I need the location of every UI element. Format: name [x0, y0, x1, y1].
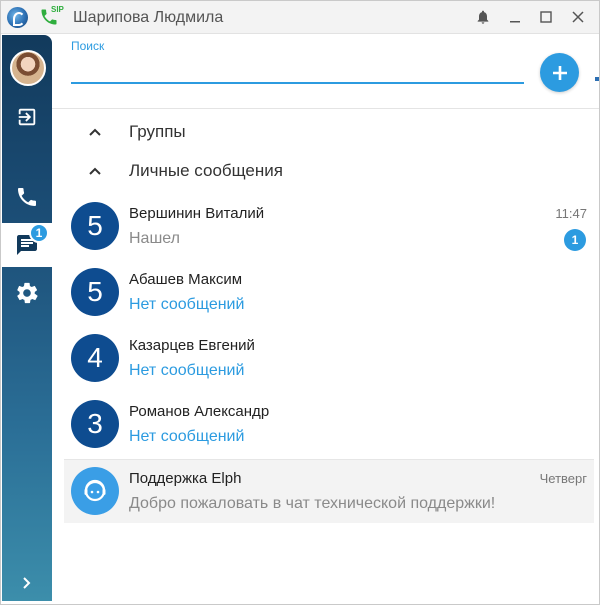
last-message: Нет сообщений: [129, 296, 245, 313]
settings-button[interactable]: [2, 271, 52, 315]
message-time: 11:47: [555, 206, 587, 221]
section-label: Личные сообщения: [129, 161, 283, 180]
chevron-right-icon: [23, 577, 31, 589]
chevron-up-icon: [89, 128, 101, 136]
logout-icon: [18, 108, 36, 126]
section-groups[interactable]: Группы: [81, 119, 186, 145]
plus-icon: [552, 65, 567, 80]
close-button[interactable]: [568, 7, 588, 27]
message-time: Четверг: [539, 471, 587, 486]
window-title: Шарипова Людмила: [73, 9, 224, 26]
contact-avatar: 5: [71, 268, 119, 316]
sip-phone-icon: SIP: [39, 5, 64, 29]
messages-button[interactable]: 1: [2, 223, 52, 267]
unread-badge: 1: [564, 229, 586, 251]
contact-name: Поддержка Elph: [129, 470, 242, 487]
app-window: SIP Шарипова Людмила 1 Поиск Группы Личн…: [0, 0, 600, 605]
gear-icon: [17, 282, 38, 304]
header-divider: [52, 108, 599, 109]
search-label: Поиск: [71, 39, 105, 53]
contact-name: Казарцев Евгений: [129, 337, 255, 354]
last-message: Нашел: [129, 230, 180, 247]
add-chat-button[interactable]: [540, 53, 579, 92]
minimize-button[interactable]: [505, 7, 525, 27]
minimize-icon: [510, 21, 520, 23]
title-bar: SIP Шарипова Людмила: [1, 1, 599, 34]
bell-icon: [477, 10, 489, 24]
last-message: Нет сообщений: [129, 362, 245, 379]
section-personal-messages[interactable]: Личные сообщения: [81, 158, 283, 184]
contact-avatar: 5: [71, 202, 119, 250]
last-message: Нет сообщений: [129, 428, 245, 445]
user-avatar[interactable]: [10, 50, 46, 86]
section-label: Группы: [129, 122, 186, 141]
maximize-icon: [540, 11, 552, 23]
app-logo-icon: [7, 7, 28, 28]
messages-badge: 1: [29, 223, 49, 243]
expand-sidebar-button[interactable]: [2, 563, 52, 603]
phone-icon: [18, 188, 36, 206]
support-chat-item[interactable]: Поддержка Elph Добро пожаловать в чат те…: [64, 459, 594, 523]
chat-item[interactable]: 4 Казарцев Евгений Нет сообщений: [64, 327, 594, 391]
calls-button[interactable]: [2, 175, 52, 219]
logout-button[interactable]: [2, 95, 52, 139]
chat-item[interactable]: 5 Абашев Максим Нет сообщений: [64, 261, 594, 325]
contact-avatar: 3: [71, 400, 119, 448]
contact-name: Романов Александр: [129, 403, 270, 420]
chat-item[interactable]: 5 Вершинин Виталий Нашел 11:47 1: [64, 195, 594, 259]
chevron-up-icon: [89, 167, 101, 175]
close-icon: [572, 11, 584, 23]
notification-bell-button[interactable]: [473, 7, 493, 27]
chat-item[interactable]: 3 Романов Александр Нет сообщений: [64, 393, 594, 457]
sidebar: 1: [2, 35, 52, 601]
last-message: Добро пожаловать в чат технической подде…: [129, 495, 496, 512]
support-agent-icon: [71, 467, 119, 515]
search-input[interactable]: [71, 56, 524, 84]
contact-name: Вершинин Виталий: [129, 205, 265, 222]
contact-avatar: 4: [71, 334, 119, 382]
sip-label: SIP: [51, 5, 64, 14]
maximize-button[interactable]: [536, 7, 556, 27]
contact-name: Абашев Максим: [129, 271, 243, 288]
edge-marker: [595, 77, 599, 81]
